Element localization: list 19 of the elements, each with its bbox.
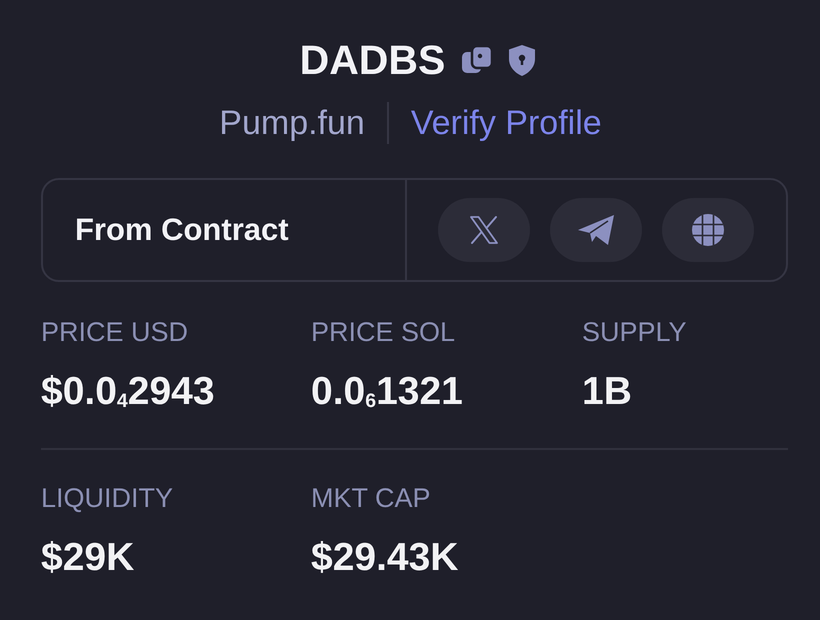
stat-label: MKT CAP xyxy=(311,482,431,515)
stat-label: PRICE SOL xyxy=(311,316,456,349)
copy-icon[interactable] xyxy=(461,45,494,75)
stat-value: $29K xyxy=(41,536,134,580)
token-symbol: DADBS xyxy=(300,36,446,84)
stat-value: 0.0$_{6}$1321 xyxy=(311,370,463,414)
shield-icon xyxy=(509,44,536,76)
source-label: Pump.fun xyxy=(219,103,365,143)
stat-label: PRICE USD xyxy=(41,316,188,349)
stat-value: $0.0$_{4}$2943 xyxy=(41,370,215,414)
globe-icon xyxy=(692,214,724,246)
x-letter-icon xyxy=(469,215,499,245)
stat-value: $29.43K xyxy=(311,536,458,580)
socials-source-label: From Contract xyxy=(75,212,289,248)
stat-value: 1B xyxy=(582,370,632,414)
stat-label: LIQUIDITY xyxy=(41,482,174,515)
stat-label: SUPPLY xyxy=(582,316,687,349)
paper-plane-icon xyxy=(578,215,614,245)
verify-profile-link[interactable]: Verify Profile xyxy=(410,103,602,143)
